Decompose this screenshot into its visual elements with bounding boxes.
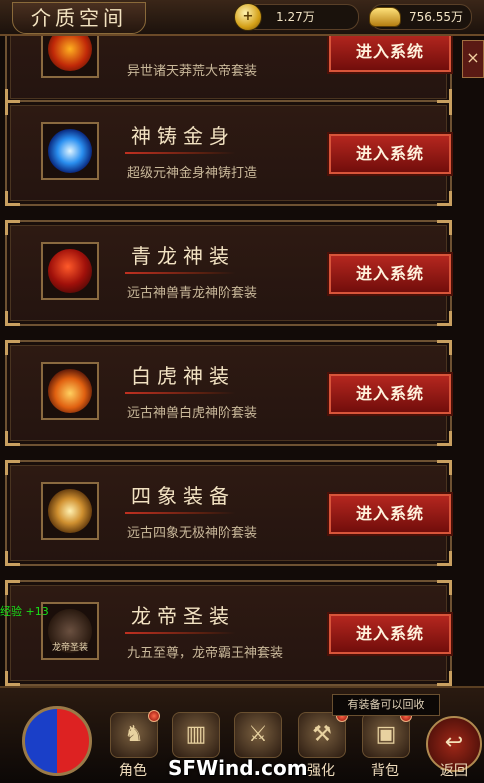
gold-ingot-icon [369,7,401,27]
card-desc: 九五至尊，龙帝霸王神套装 [127,646,284,661]
list-item: 青龙神装 远古神兽青龙神阶套装 进入系统 [5,220,453,326]
close-icon[interactable]: × [462,40,484,78]
card-title: 神铸金身 [131,124,235,148]
gold-value: 756.55万 [409,10,463,24]
card-title: 青龙神装 [131,244,235,268]
card-desc: 远古神兽青龙神阶套装 [127,286,258,301]
currency-coins[interactable]: + 1.27万 [234,3,359,31]
book-icon: ▥ [172,712,220,758]
system-list[interactable]: 异世诸天莽荒大帝套装 进入系统 神铸金身 超级元神金身神铸打造 进入系统 青龙神… [0,36,484,686]
enter-system-button[interactable]: 进入系统 [327,132,453,176]
nav-character[interactable]: ♞ 角色 [104,708,162,780]
enter-system-button[interactable]: 进入系统 [327,612,453,656]
list-item: 异世诸天莽荒大帝套装 进入系统 [5,36,453,104]
fire-emblem-icon [41,36,99,78]
card-desc: 远古神兽白虎神阶套装 [127,406,258,421]
notification-dot [148,710,160,722]
hp-mp-orb [22,706,92,776]
dragon-emperor-icon: 龙帝圣装 [41,602,99,660]
page-title: 介质空间 [12,2,146,34]
emblem-text: 龙帝圣装 [51,643,88,653]
top-bar: 介质空间 + 1.27万 756.55万 [0,0,484,36]
enter-system-button[interactable]: 进入系统 [327,36,453,74]
nav-label: 背包 [371,763,399,779]
currency-gold[interactable]: 756.55万 [369,4,472,30]
card-title: 四象装备 [131,484,235,508]
enter-system-button[interactable]: 进入系统 [327,252,453,296]
list-item: 龙帝圣装 龙帝圣装 九五至尊，龙帝霸王神套装 进入系统 [5,580,453,686]
eye-rune-icon [41,122,99,180]
nav-label: 角色 [119,763,147,779]
back-label: 返回 [440,763,468,779]
four-symbols-icon [41,482,99,540]
exp-gain-text: 经验 +13 [0,605,49,618]
nav-bag[interactable]: ▣ 背包 [356,708,414,780]
list-item: 四象装备 远古四象无极神阶套装 进入系统 [5,460,453,566]
card-title: 白虎神装 [131,364,235,388]
tiger-flame-icon [41,362,99,420]
card-title: 龙帝圣装 [131,604,235,628]
cross-swords-icon: ⚔ [234,712,282,758]
return-arrow-icon: ↩ [444,730,464,755]
coins-value: 1.27万 [276,10,315,24]
enter-system-button[interactable]: 进入系统 [327,492,453,536]
list-item: 神铸金身 超级元神金身神铸打造 进入系统 [5,100,453,206]
coin-plus-icon[interactable]: + [234,3,262,31]
card-desc: 异世诸天莽荒大帝套装 [127,64,258,79]
card-desc: 远古四象无极神阶套装 [127,526,258,541]
recycle-tooltip: 有装备可以回收 [332,694,440,716]
list-item: 白虎神装 远古神兽白虎神阶套装 进入系统 [5,340,453,446]
card-desc: 超级元神金身神铸打造 [127,166,258,181]
dragon-icon [41,242,99,300]
enter-system-button[interactable]: 进入系统 [327,372,453,416]
watermark: SFWind.com [168,756,308,780]
